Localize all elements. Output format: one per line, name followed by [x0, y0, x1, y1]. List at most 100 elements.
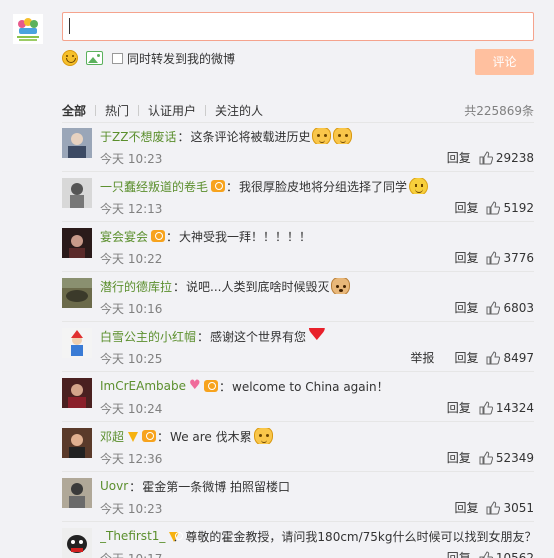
- like-count: 14324: [495, 400, 534, 415]
- reply-button[interactable]: 回复: [447, 149, 471, 166]
- comment-time: 今天 10:25: [100, 352, 163, 366]
- comment-filter-tabs: 全部 热门 认证用户 关注的人 共225869条: [62, 102, 534, 118]
- thumbs-up-icon[interactable]: [486, 300, 501, 315]
- tab-divider: [205, 104, 207, 116]
- thumbs-up-icon[interactable]: [486, 250, 501, 265]
- report-button[interactable]: 举报: [410, 349, 434, 366]
- comment-text: 感谢这个世界有您: [210, 329, 307, 344]
- like-count: 3051: [503, 500, 534, 515]
- like-count: 29238: [495, 150, 534, 165]
- colon-separator: ：: [166, 229, 179, 244]
- member-badge-icon: [211, 180, 226, 192]
- comment-item: 潜行的德库拉 ： 说吧...人类到底啥时候毁灭 今天 10:16 回复 6803: [62, 272, 534, 322]
- tab-all[interactable]: 全部: [62, 102, 86, 119]
- avatar[interactable]: [62, 428, 92, 458]
- forward-checkbox-label: 同时转发到我的微博: [127, 51, 236, 66]
- comment-text: 我很厚脸皮地将分组选择了同学: [239, 179, 408, 194]
- thumbs-up-icon[interactable]: [479, 150, 493, 165]
- member-badge-icon: [204, 380, 218, 392]
- comment-username[interactable]: 白雪公主的小红帽: [100, 328, 196, 344]
- colon-separator: ：: [197, 329, 210, 344]
- colon-separator: ：: [173, 279, 186, 294]
- tab-verified-users[interactable]: 认证用户: [148, 102, 196, 119]
- avatar[interactable]: [62, 528, 92, 558]
- doge-emoji-icon: [331, 278, 351, 294]
- comment-text: 说吧...人类到底啥时候毁灭: [186, 279, 330, 294]
- cat-emoji-icon: [253, 428, 273, 444]
- comment-text: 这条评论将被载进历史: [190, 129, 311, 144]
- colon-separator: ：: [157, 429, 170, 444]
- comment-username[interactable]: 宴会宴会: [100, 228, 148, 244]
- like-count: 3776: [503, 250, 534, 265]
- reply-button[interactable]: 回复: [454, 299, 478, 316]
- colon-separator: ：: [226, 179, 239, 194]
- verified-v-icon: [127, 430, 139, 442]
- avatar[interactable]: [62, 228, 92, 258]
- comment-item: ImCrEAmbabe ： welcome to China again！ 今天…: [62, 372, 534, 422]
- comment-input[interactable]: [62, 12, 534, 41]
- thumbs-up-icon[interactable]: [479, 450, 493, 465]
- comment-username[interactable]: 一只蠢经叛道的卷毛: [100, 178, 208, 194]
- colon-separator: ：: [129, 479, 142, 494]
- comment-item: 一只蠢经叛道的卷毛 ： 我很厚脸皮地将分组选择了同学 今天 12:13 回复 5…: [62, 172, 534, 222]
- comment-item: 于ZZ不想废话 ： 这条评论将被载进历史 今天 10:23 回复 29238: [62, 122, 534, 172]
- reply-button[interactable]: 回复: [454, 249, 478, 266]
- tab-divider: [138, 104, 140, 116]
- heart-badge-icon: [189, 378, 201, 393]
- reply-button[interactable]: 回复: [454, 349, 478, 366]
- like-count: 52349: [495, 450, 534, 465]
- like-count: 6803: [503, 300, 534, 315]
- tab-divider: [95, 104, 97, 116]
- comment-text: We are 伐木累: [170, 429, 252, 444]
- comment-username[interactable]: 于ZZ不想废话: [100, 128, 176, 144]
- comment-username[interactable]: ImCrEAmbabe: [100, 379, 186, 393]
- heart-emoji-icon: [307, 328, 327, 344]
- thumbs-up-icon[interactable]: [486, 500, 501, 515]
- emoji-icon[interactable]: [62, 50, 78, 66]
- comment-list: 于ZZ不想废话 ： 这条评论将被载进历史 今天 10:23 回复 29238 一…: [62, 122, 534, 558]
- reply-button[interactable]: 回复: [447, 399, 471, 416]
- colon-separator: ：: [219, 379, 232, 394]
- tab-following[interactable]: 关注的人: [215, 102, 263, 119]
- comment-text: 大神受我一拜！！！！！: [179, 229, 312, 244]
- avatar[interactable]: [62, 128, 92, 158]
- comment-text: 尊敬的霍金教授，请问我180cm/75kg什么时候可以找到女朋友？: [185, 529, 534, 544]
- comment-time: 今天 10:17: [100, 550, 162, 558]
- avatar[interactable]: [62, 178, 92, 208]
- thumbs-up-icon[interactable]: [486, 200, 501, 215]
- comment-count: 共225869条: [464, 103, 534, 118]
- avatar[interactable]: [62, 278, 92, 308]
- comment-username[interactable]: Uovr: [100, 479, 128, 493]
- comment-text: welcome to China again！: [232, 379, 389, 394]
- comment-time: 今天 10:23: [100, 152, 163, 166]
- comment-time: 今天 12:13: [100, 202, 163, 216]
- reply-button[interactable]: 回复: [454, 199, 478, 216]
- reply-button[interactable]: 回复: [447, 449, 471, 466]
- comment-username[interactable]: 邓超: [100, 428, 124, 444]
- smiley-emoji-icon: [409, 178, 429, 194]
- site-logo: [13, 14, 43, 44]
- like-count: 10562: [495, 550, 534, 558]
- image-icon[interactable]: [86, 51, 103, 65]
- comment-username[interactable]: _Thefirst1_: [100, 529, 165, 543]
- like-count: 5192: [503, 200, 534, 215]
- avatar[interactable]: [62, 328, 92, 358]
- colon-separator: ：: [177, 129, 190, 144]
- comment-time: 今天 10:24: [100, 402, 163, 416]
- comment-username[interactable]: 潜行的德库拉: [100, 278, 172, 294]
- thumbs-up-icon[interactable]: [479, 550, 493, 558]
- comment-time: 今天 12:36: [100, 452, 163, 466]
- forward-checkbox[interactable]: [112, 52, 123, 64]
- avatar[interactable]: [62, 378, 92, 408]
- submit-comment-button[interactable]: 评论: [475, 49, 534, 75]
- comment-item: 宴会宴会 ： 大神受我一拜！！！！！ 今天 10:22 回复 3776: [62, 222, 534, 272]
- reply-button[interactable]: 回复: [454, 499, 478, 516]
- comment-text: 霍金第一条微博 拍照留楼口: [142, 479, 291, 494]
- avatar[interactable]: [62, 478, 92, 508]
- comment-time: 今天 10:16: [100, 302, 163, 316]
- thumbs-up-icon[interactable]: [479, 400, 493, 415]
- tab-hot[interactable]: 热门: [105, 102, 129, 119]
- reply-button[interactable]: 回复: [447, 549, 471, 558]
- thumbs-up-icon[interactable]: [486, 350, 501, 365]
- cat-emoji-icon: [333, 128, 353, 144]
